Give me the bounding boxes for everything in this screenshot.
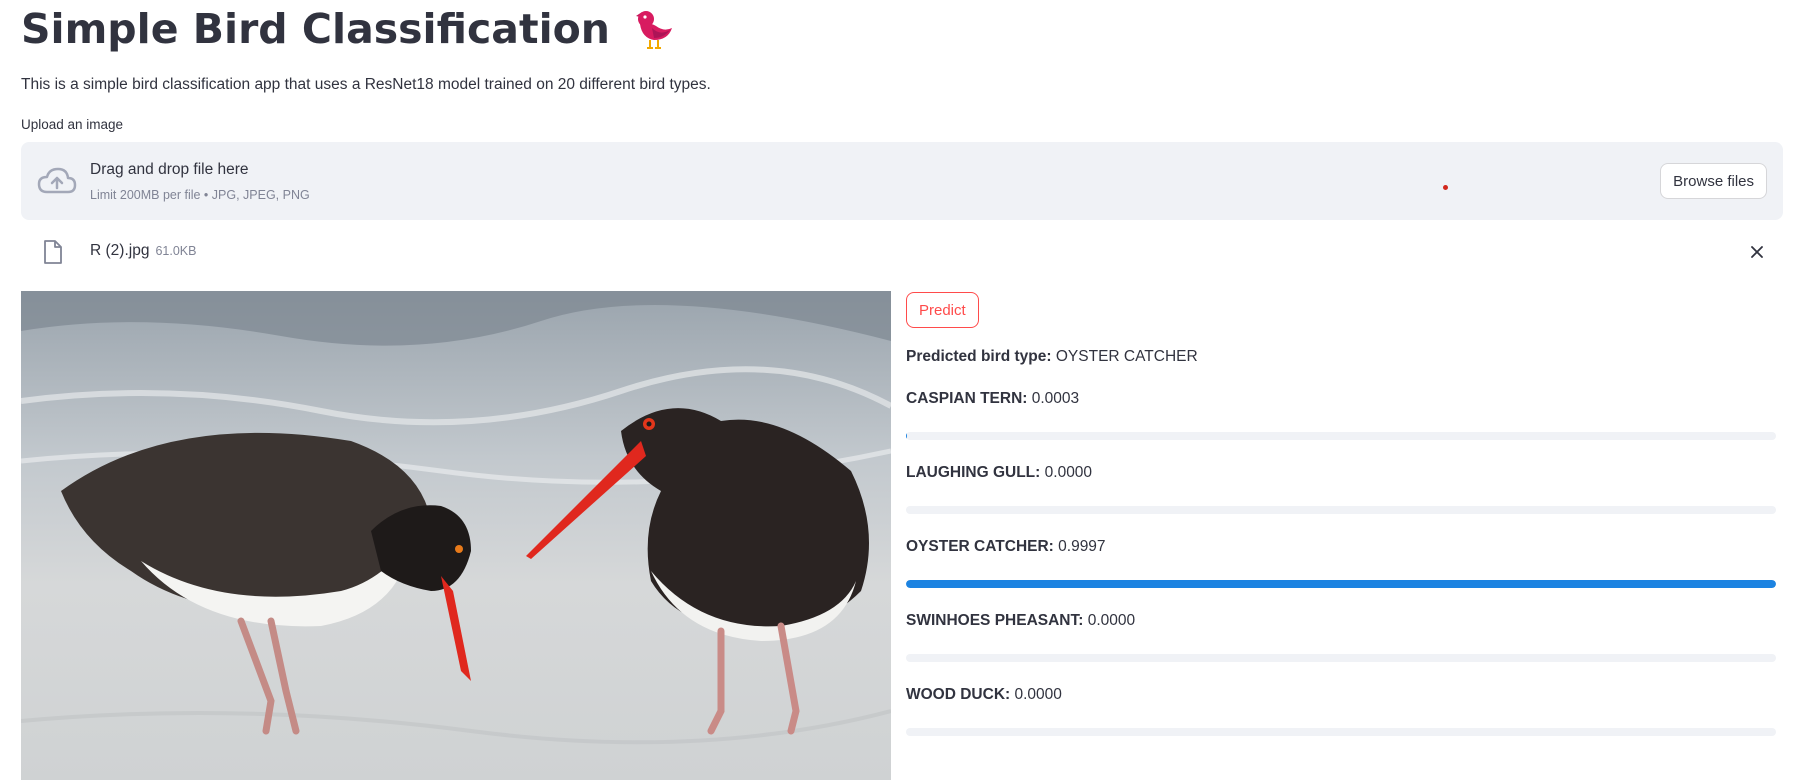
progress-fill (906, 580, 1776, 588)
result-text: LAUGHING GULL: 0.0000 (906, 464, 1776, 482)
result-name: CASPIAN TERN: (906, 390, 1028, 407)
result-score: 0.0003 (1031, 390, 1080, 407)
progress-track (906, 580, 1776, 588)
result-text: SWINHOES PHEASANT: 0.0000 (906, 612, 1776, 630)
browse-files-button[interactable]: Browse files (1660, 163, 1767, 199)
file-dropzone[interactable]: Drag and drop file here Limit 200MB per … (21, 142, 1783, 220)
predicted-label: Predicted bird type: (906, 348, 1052, 365)
result-item-caspian-tern: CASPIAN TERN: 0.0003 (906, 390, 1776, 440)
drop-title: Drag and drop file here (90, 161, 249, 178)
progress-track (906, 728, 1776, 736)
result-item-swinhoes-pheasant: SWINHOES PHEASANT: 0.0000 (906, 612, 1776, 662)
result-text: WOOD DUCK: 0.0000 (906, 686, 1776, 704)
result-name: SWINHOES PHEASANT: (906, 612, 1084, 629)
file-size: 61.0KB (155, 244, 197, 258)
result-item-laughing-gull: LAUGHING GULL: 0.0000 (906, 464, 1776, 514)
file-name-container: R (2).jpg 61.0KB (90, 242, 196, 260)
predicted-value: OYSTER CATCHER (1055, 348, 1198, 365)
close-icon[interactable] (1747, 242, 1767, 262)
cursor-dot (1443, 185, 1448, 190)
progress-track (906, 432, 1776, 440)
predict-button[interactable]: Predict (906, 292, 979, 328)
result-item-wood-duck: WOOD DUCK: 0.0000 (906, 686, 1776, 736)
result-text: OYSTER CATCHER: 0.9997 (906, 538, 1776, 556)
cloud-upload-icon (37, 166, 77, 196)
progress-track (906, 654, 1776, 662)
progress-track (906, 506, 1776, 514)
file-name: R (2).jpg (90, 242, 150, 259)
result-name: WOOD DUCK: (906, 686, 1011, 703)
page-title: Simple Bird Classification (21, 5, 610, 53)
red-bird-icon (630, 6, 676, 52)
title-row: Simple Bird Classification (21, 0, 676, 58)
result-score: 0.0000 (1087, 612, 1136, 629)
bird-photo (21, 291, 891, 780)
upload-label: Upload an image (21, 117, 124, 132)
predicted-result: Predicted bird type: OYSTER CATCHER (906, 348, 1198, 366)
file-icon (43, 240, 63, 264)
drop-limit-text: Limit 200MB per file • JPG, JPEG, PNG (90, 188, 310, 202)
uploaded-file-row: R (2).jpg 61.0KB (21, 230, 1783, 274)
result-name: OYSTER CATCHER: (906, 538, 1054, 555)
app-page: Simple Bird Classification This is a sim… (0, 0, 1810, 780)
result-score: 0.9997 (1058, 538, 1106, 555)
result-score: 0.0000 (1014, 686, 1062, 703)
result-text: CASPIAN TERN: 0.0003 (906, 390, 1776, 408)
result-item-oyster-catcher: OYSTER CATCHER: 0.9997 (906, 538, 1776, 588)
app-description: This is a simple bird classification app… (21, 76, 711, 93)
result-score: 0.0000 (1044, 464, 1093, 481)
result-name: LAUGHING GULL: (906, 464, 1041, 481)
